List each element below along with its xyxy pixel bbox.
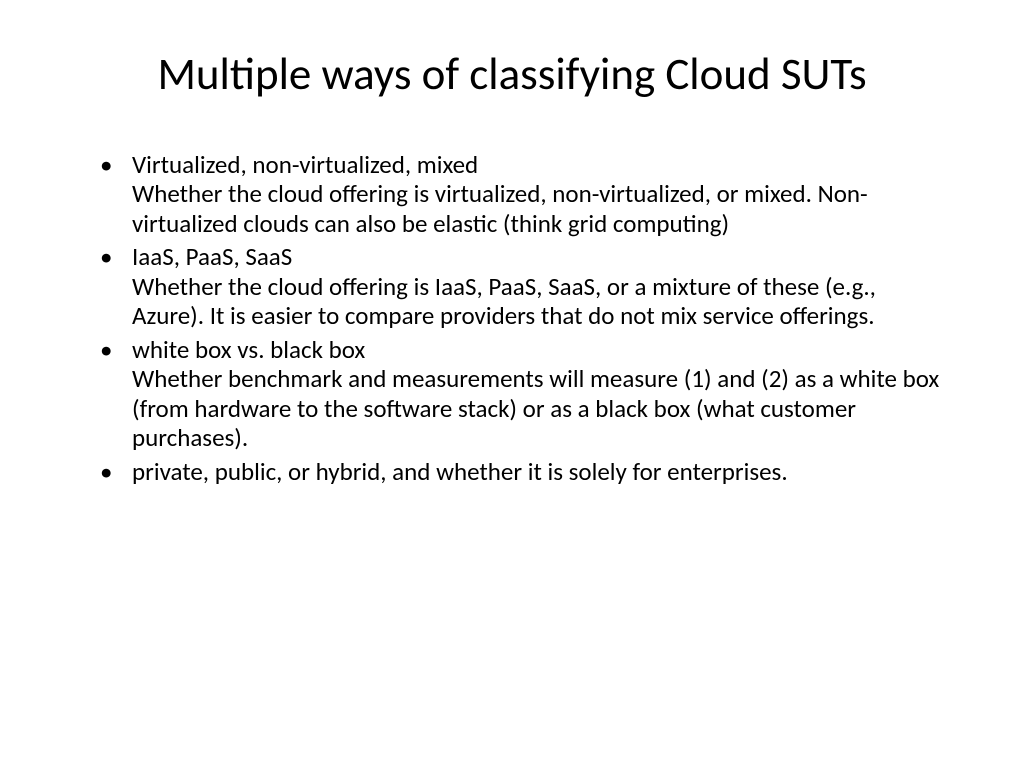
bullet-lead: white box vs. black box <box>132 334 365 365</box>
bullet-lead: private, public, or hybrid, and whether … <box>132 456 788 487</box>
bullet-desc: Whether the cloud offering is virtualize… <box>132 178 868 239</box>
bullet-desc: Whether the cloud offering is IaaS, PaaS… <box>132 271 876 332</box>
list-item: white box vs. black box Whether benchmar… <box>100 335 944 453</box>
slide: Multiple ways of classifying Cloud SUTs … <box>0 0 1024 768</box>
list-item: private, public, or hybrid, and whether … <box>100 457 944 487</box>
slide-title: Multiple ways of classifying Cloud SUTs <box>70 50 954 100</box>
bullet-lead: Virtualized, non-virtualized, mixed <box>132 149 478 180</box>
bullet-desc: Whether benchmark and measurements will … <box>132 363 939 453</box>
list-item: Virtualized, non-virtualized, mixed Whet… <box>100 150 944 239</box>
bullet-lead: IaaS, PaaS, SaaS <box>132 241 292 272</box>
bullet-list: Virtualized, non-virtualized, mixed Whet… <box>70 150 954 487</box>
list-item: IaaS, PaaS, SaaS Whether the cloud offer… <box>100 242 944 331</box>
